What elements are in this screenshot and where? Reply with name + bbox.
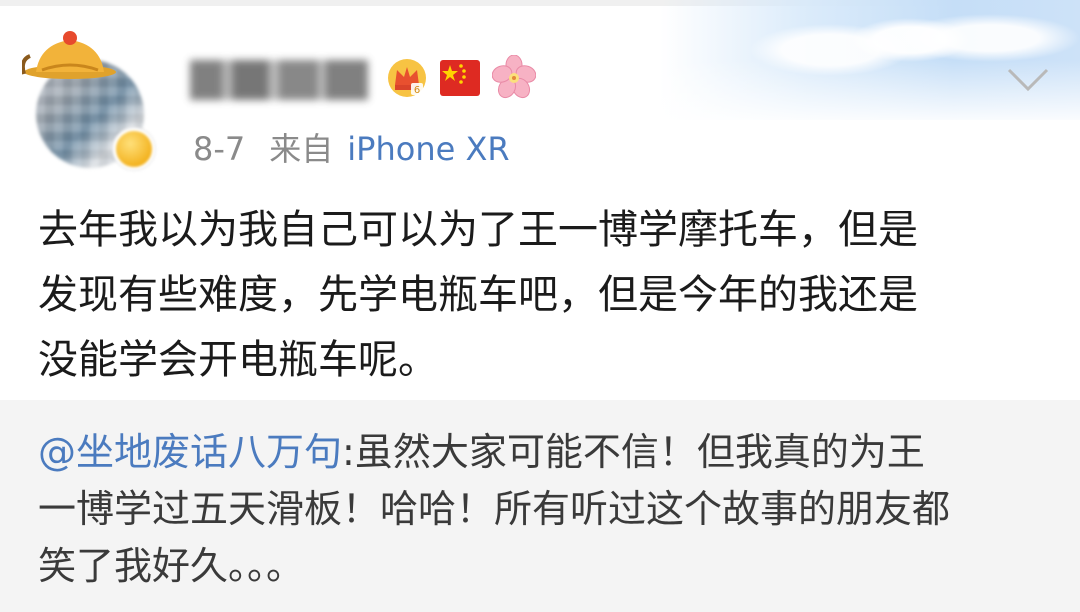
- repost-body: @坐地废话八万句:虽然大家可能不信！但我真的为王 一博学过五天滑板！哈哈！所有听…: [38, 424, 1048, 595]
- svg-text:6: 6: [414, 85, 420, 96]
- source-prefix: 来自: [269, 130, 334, 168]
- post-body: 去年我以为我自己可以为了王一博学摩托车，但是 发现有些难度，先学电瓶车吧，但是今…: [38, 198, 1048, 393]
- chevron-down-icon[interactable]: [1006, 66, 1050, 94]
- post-text-line: 没能学会开电瓶车呢。: [38, 337, 438, 383]
- post-text-line: 去年我以为我自己可以为了王一博学摩托车，但是: [38, 207, 918, 253]
- repost-text-line: @坐地废话八万句:虽然大家可能不信！但我真的为王: [38, 424, 1048, 481]
- post-meta: 8-7 来自 iPhone XR: [193, 124, 510, 170]
- peach-blossom-icon[interactable]: [492, 55, 536, 99]
- post-text-line: 发现有些难度，先学电瓶车吧，但是今年的我还是: [38, 272, 918, 318]
- mention-link[interactable]: @坐地废话八万句: [38, 430, 342, 474]
- repost-text-line: 笑了我好久。。。: [38, 544, 305, 588]
- post-date: 8-7: [193, 130, 246, 168]
- username-blurred[interactable]: [190, 60, 368, 100]
- verified-badge-icon: [113, 128, 155, 170]
- festive-hat-icon: [22, 31, 116, 79]
- repost-text-segment: :虽然大家可能不信！但我真的为王: [342, 430, 925, 474]
- china-flag-icon[interactable]: [440, 60, 480, 96]
- repost-text-line: 一博学过五天滑板！哈哈！所有听过这个故事的朋友都: [38, 487, 951, 531]
- device-link[interactable]: iPhone XR: [347, 130, 509, 168]
- vip-crown-badge-icon[interactable]: 6: [386, 57, 428, 99]
